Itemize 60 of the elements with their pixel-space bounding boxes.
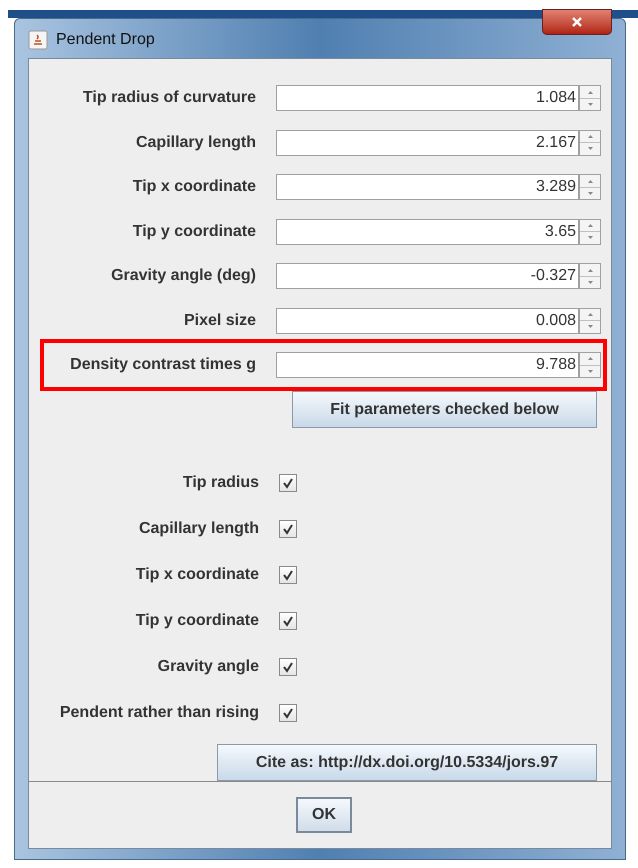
down-arrow-icon (588, 325, 592, 328)
field-label: Capillary length (134, 132, 257, 153)
ok-button[interactable]: OK (296, 797, 352, 833)
checkbox-label: Tip y coordinate (134, 611, 259, 631)
checkmark-icon (282, 523, 294, 535)
up-arrow-icon (588, 90, 592, 94)
spinner-arrows[interactable] (579, 218, 601, 245)
up-arrow-icon (588, 135, 592, 138)
checkmark-icon (282, 615, 294, 627)
down-arrow-icon (588, 192, 592, 195)
cite-button[interactable]: Cite as: http://dx.doi.org/10.5334/jors.97 (217, 744, 597, 781)
number-field[interactable]: 9.788 (276, 352, 579, 378)
up-arrow-icon (588, 268, 592, 272)
checkbox-label: Tip radius (182, 473, 259, 493)
checkbox[interactable] (279, 612, 297, 630)
checkbox-label: Capillary length (138, 519, 259, 539)
spinner-arrows[interactable] (579, 263, 601, 290)
close-icon (571, 16, 583, 28)
number-field[interactable]: 3.289 (276, 174, 579, 200)
app-icon (28, 30, 48, 50)
window-title: Pendent Drop (56, 30, 155, 50)
field-label: Pixel size (182, 310, 257, 331)
down-arrow-icon (588, 147, 592, 150)
field-label: Tip radius of curvature (82, 88, 257, 108)
field-label: Gravity angle (deg) (110, 266, 257, 286)
up-arrow-icon (588, 313, 592, 316)
up-arrow-icon (588, 180, 592, 182)
number-field[interactable]: 0.008 (276, 308, 579, 334)
spinner-arrows[interactable] (579, 308, 601, 334)
spinner-arrows[interactable] (579, 352, 601, 378)
number-field[interactable]: 3.65 (276, 218, 579, 245)
up-arrow-icon (588, 357, 592, 360)
down-arrow-icon (588, 280, 592, 284)
checkbox[interactable] (279, 704, 297, 722)
field-label: Density contrast times g (69, 355, 257, 375)
close-button[interactable] (542, 9, 612, 35)
number-field[interactable]: 1.084 (276, 85, 579, 112)
number-field[interactable]: 2.167 (276, 130, 579, 156)
up-arrow-icon (588, 224, 592, 227)
checkmark-icon (282, 477, 294, 489)
checkbox[interactable] (279, 474, 297, 492)
checkmark-icon (282, 707, 294, 719)
checkbox[interactable] (279, 566, 297, 584)
spinner-arrows[interactable] (579, 85, 601, 112)
fit-button[interactable]: Fit parameters checked below (292, 391, 597, 428)
spinner-arrows[interactable] (579, 130, 601, 156)
down-arrow-icon (588, 370, 592, 373)
checkmark-icon (282, 569, 294, 581)
down-arrow-icon (588, 102, 592, 106)
spinner-arrows[interactable] (579, 174, 601, 200)
field-label: Tip x coordinate (132, 177, 257, 198)
down-arrow-icon (588, 236, 592, 240)
field-label: Tip y coordinate (132, 222, 257, 242)
checkbox-label: Pendent rather than rising (58, 703, 259, 723)
checkbox-label: Tip x coordinate (134, 565, 259, 585)
checkbox[interactable] (279, 520, 297, 538)
checkbox-label: Gravity angle (156, 657, 259, 677)
number-field[interactable]: -0.327 (276, 263, 579, 290)
checkbox[interactable] (279, 658, 297, 676)
checkmark-icon (282, 661, 294, 673)
